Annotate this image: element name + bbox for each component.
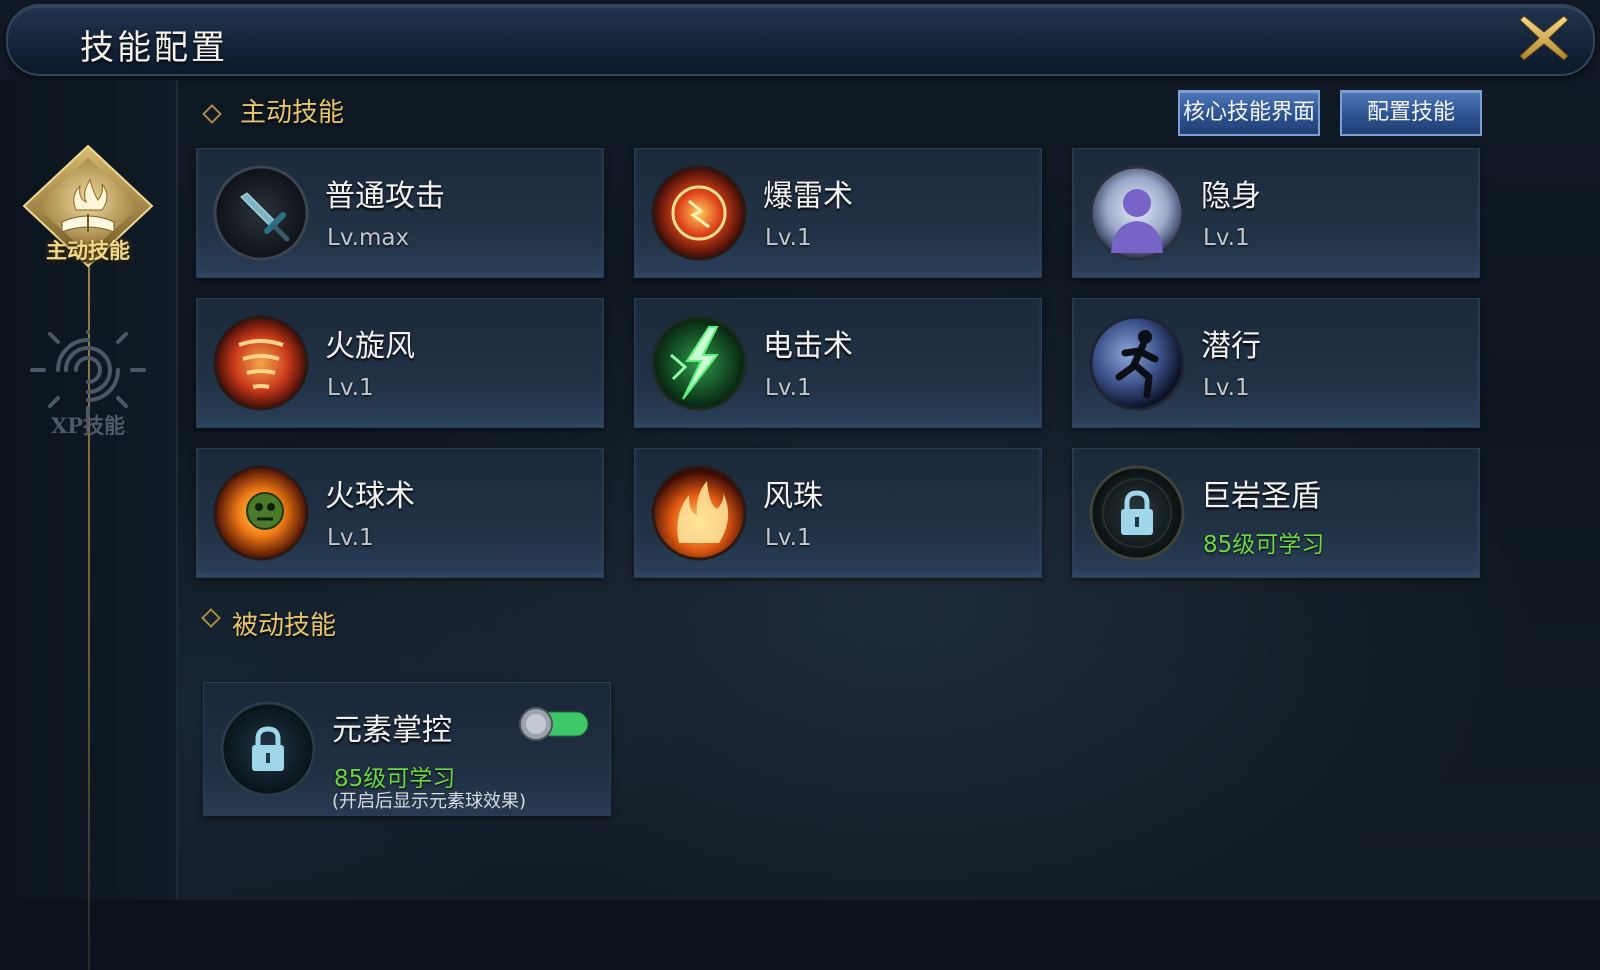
- element-effect-toggle[interactable]: [518, 707, 590, 741]
- skill-level: Lv.1: [1203, 225, 1250, 251]
- fireball-icon: [213, 465, 309, 561]
- skill-name: 火旋风: [325, 329, 415, 364]
- skill-card-lightning[interactable]: 电击术 Lv.1: [634, 298, 1042, 428]
- configure-skills-button[interactable]: 配置技能: [1340, 90, 1482, 136]
- skill-card-thunder-burst[interactable]: 爆雷术 Lv.1: [634, 148, 1042, 278]
- skill-hint: (开启后显示元素球效果): [332, 791, 527, 812]
- skill-name: 电击术: [763, 329, 853, 364]
- passive-skill-card-element-control[interactable]: 元素掌控 85级可学习 (开启后显示元素球效果): [203, 682, 611, 816]
- sword-icon: [213, 165, 309, 261]
- tab-xp-skills-label: XP技能: [50, 413, 126, 438]
- skill-card-wind-orb[interactable]: 风珠 Lv.1: [634, 448, 1042, 578]
- close-button[interactable]: [1516, 10, 1572, 66]
- lock-icon: [220, 701, 316, 797]
- skill-name: 巨岩圣盾: [1201, 479, 1321, 514]
- nav-divider: [88, 190, 90, 970]
- running-figure-icon: [1089, 315, 1185, 411]
- skill-name: 风珠: [763, 479, 823, 514]
- skill-name: 隐身: [1201, 179, 1261, 214]
- skill-name: 普通攻击: [325, 179, 445, 214]
- toggle-switch-icon: [519, 707, 589, 741]
- skill-unlock-requirement: 85级可学习: [1203, 532, 1325, 558]
- passive-skills-title: 被动技能: [232, 611, 337, 641]
- core-skills-button[interactable]: 核心技能界面: [1178, 90, 1320, 136]
- skill-level: Lv.1: [765, 225, 812, 251]
- skill-card-normal-attack[interactable]: 普通攻击 Lv.max: [196, 148, 604, 278]
- skill-level: Lv.1: [1203, 375, 1250, 401]
- skill-level: Lv.1: [765, 525, 812, 551]
- skill-level: Lv.1: [327, 525, 374, 551]
- lock-icon: [1089, 465, 1185, 561]
- fire-whirlwind-icon: [213, 315, 309, 411]
- skill-name: 爆雷术: [763, 179, 853, 214]
- tab-active-skills-label: 主动技能: [46, 238, 130, 263]
- skill-config-screen: 技能配置 主动技能 XP技能 主动技能 核心技能界面 配置技能 普通攻击 Lv.…: [0, 0, 1600, 970]
- tab-xp-skills[interactable]: XP技能: [18, 330, 158, 450]
- skill-level: Lv.1: [765, 375, 812, 401]
- skill-card-fireball[interactable]: 火球术 Lv.1: [196, 448, 604, 578]
- skill-level: Lv.max: [327, 225, 410, 251]
- window-title: 技能配置: [80, 28, 228, 68]
- skill-name: 火球术: [325, 479, 415, 514]
- close-icon: [1519, 15, 1569, 61]
- skill-card-stealth[interactable]: 隐身 Lv.1: [1072, 148, 1480, 278]
- vortex-emblem-icon: [30, 330, 146, 418]
- tab-active-skills[interactable]: 主动技能: [18, 140, 158, 290]
- active-skills-title: 主动技能: [240, 98, 345, 128]
- stealth-silhouette-icon: [1089, 165, 1185, 261]
- skill-card-fire-whirlwind[interactable]: 火旋风 Lv.1: [196, 298, 604, 428]
- skill-name: 元素掌控: [332, 713, 452, 748]
- skill-name: 潜行: [1201, 329, 1261, 364]
- flame-orb-icon: [651, 465, 747, 561]
- lightning-icon: [651, 315, 747, 411]
- skill-card-sneak[interactable]: 潜行 Lv.1: [1072, 298, 1480, 428]
- thunder-burst-icon: [651, 165, 747, 261]
- title-bar: 技能配置: [6, 4, 1595, 76]
- section-bullet-icon: [202, 104, 222, 124]
- skill-card-rock-shield[interactable]: 巨岩圣盾 85级可学习: [1072, 448, 1480, 578]
- skill-level: Lv.1: [327, 375, 374, 401]
- section-bullet-icon: [201, 608, 221, 628]
